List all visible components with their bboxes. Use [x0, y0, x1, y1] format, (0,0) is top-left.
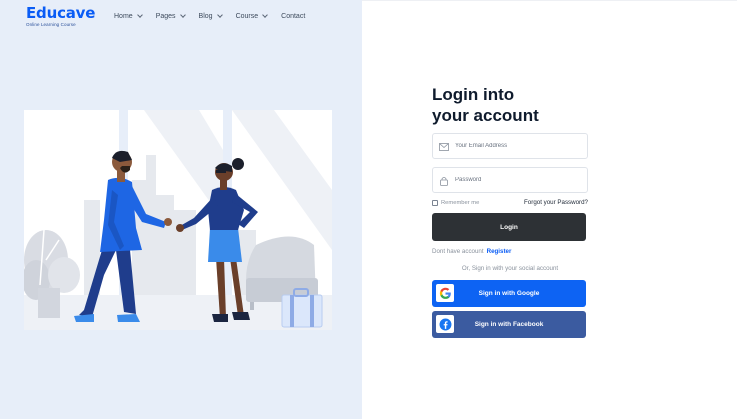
google-icon	[436, 284, 454, 302]
forgot-password-link[interactable]: Forgot your Password?	[524, 199, 588, 206]
mail-icon	[439, 143, 449, 151]
chevron-down-icon	[262, 12, 268, 18]
lock-icon	[440, 177, 448, 186]
no-account-text: Dont have account	[432, 248, 484, 255]
social-divider: Or, Sign in with your social account	[461, 265, 559, 272]
email-field[interactable]	[432, 133, 588, 159]
chevron-down-icon	[216, 12, 223, 18]
google-signin-label: Sign in with Google	[478, 290, 540, 297]
login-button[interactable]: Login	[432, 213, 586, 241]
login-heading: Login into your account	[432, 84, 588, 126]
nav-label: Contact	[281, 13, 306, 20]
facebook-signin-label: Sign in with Facebook	[474, 321, 544, 328]
suitcase	[281, 288, 323, 328]
meeting-illustration	[24, 110, 332, 330]
password-input[interactable]	[455, 177, 587, 183]
remember-label: Remember me	[441, 199, 480, 206]
nav-item-home[interactable]: Home	[114, 12, 143, 20]
register-row: Dont have account Register	[432, 248, 588, 255]
page: Educave Online Learning Course Home Page…	[0, 0, 737, 419]
login-form: Login into your account Remember me Forg…	[432, 84, 588, 338]
remember-row: Remember me Forgot your Password?	[432, 199, 588, 206]
nav-label: Pages	[155, 13, 176, 20]
facebook-icon	[436, 315, 454, 333]
nav-item-pages[interactable]: Pages	[155, 12, 186, 20]
email-input[interactable]	[455, 143, 587, 149]
register-link[interactable]: Register	[487, 248, 512, 255]
facebook-signin-button[interactable]: Sign in with Facebook	[432, 311, 586, 338]
heading-line-1: Login into	[432, 85, 515, 104]
google-signin-button[interactable]: Sign in with Google	[432, 280, 586, 307]
main-nav: Home Pages Blog Course Contact	[114, 12, 319, 20]
nav-label: Blog	[198, 13, 213, 20]
heading-line-2: your account	[432, 106, 539, 125]
nav-item-course[interactable]: Course	[235, 12, 268, 20]
nav-item-contact[interactable]: Contact	[281, 13, 305, 20]
illustration-panel: Educave Online Learning Course Home Page…	[0, 0, 362, 419]
password-field[interactable]	[432, 167, 588, 193]
brand-logo[interactable]: Educave Online Learning Course	[26, 4, 96, 28]
nav-label: Course	[235, 13, 259, 20]
chevron-down-icon	[179, 12, 186, 18]
brand-name: Educave	[26, 4, 96, 22]
remember-checkbox[interactable]	[432, 199, 438, 206]
brand-tagline: Online Learning Course	[26, 22, 76, 27]
chevron-down-icon	[136, 12, 143, 18]
nav-label: Home	[114, 13, 133, 20]
nav-item-blog[interactable]: Blog	[198, 12, 223, 20]
remember-me[interactable]: Remember me	[432, 199, 480, 206]
